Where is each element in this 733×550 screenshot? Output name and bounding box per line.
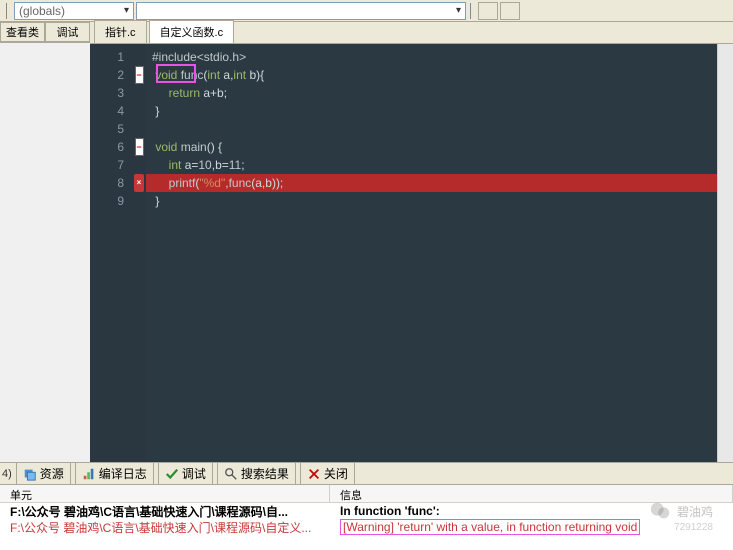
- tab-label: 资源: [40, 465, 64, 482]
- code-line[interactable]: #include<stdio.h>: [146, 48, 733, 66]
- message-info: In function 'func':: [330, 504, 733, 518]
- fold-cell: −: [132, 138, 146, 156]
- line-number: 6: [90, 138, 132, 156]
- message-count: 4): [2, 468, 12, 480]
- toolbar-button[interactable]: [500, 2, 520, 20]
- line-number: 4: [90, 102, 132, 120]
- code-line[interactable]: void func(int a,int b){: [146, 66, 733, 84]
- check-icon: [165, 467, 179, 481]
- tab-debug[interactable]: 调试: [158, 462, 213, 485]
- file-tabs: 指针.c 自定义函数.c: [90, 22, 733, 44]
- file-tab-pointer[interactable]: 指针.c: [94, 20, 147, 43]
- fold-cell: [132, 156, 146, 174]
- tab-debug[interactable]: 调试: [45, 22, 90, 42]
- fold-cell: −: [132, 66, 146, 84]
- chevron-down-icon: ▾: [456, 5, 461, 16]
- fold-cell: ×: [132, 174, 146, 192]
- code-line[interactable]: [146, 120, 733, 138]
- tab-view-classes[interactable]: 查看类: [0, 22, 45, 42]
- message-info: [Warning] 'return' with a value, in func…: [330, 519, 733, 535]
- message-row[interactable]: F:\公众号 碧油鸡\C语言\基础快速入门\课程源码\自定义...[Warnin…: [0, 519, 733, 535]
- tab-resources[interactable]: 资源: [16, 462, 71, 485]
- message-unit: F:\公众号 碧油鸡\C语言\基础快速入门\课程源码\自定义...: [0, 519, 330, 536]
- column-header-info[interactable]: 信息: [330, 485, 733, 502]
- message-unit: F:\公众号 碧油鸡\C语言\基础快速入门\课程源码\自...: [0, 503, 330, 520]
- fold-cell: [132, 192, 146, 210]
- chevron-down-icon: ▾: [124, 5, 129, 16]
- tab-label: 关闭: [324, 465, 348, 482]
- layers-icon: [23, 467, 37, 481]
- code-line[interactable]: printf("%d",func(a,b));: [146, 174, 733, 192]
- error-marker-icon: ×: [134, 174, 144, 192]
- toolbar-divider: [470, 3, 474, 19]
- tab-label: 搜索结果: [241, 465, 289, 482]
- scope-dropdown[interactable]: (globals) ▾: [14, 2, 134, 20]
- fold-cell: [132, 120, 146, 138]
- toolbar-divider: [6, 3, 10, 19]
- symbol-dropdown[interactable]: ▾: [136, 2, 466, 20]
- file-tab-custom-func[interactable]: 自定义函数.c: [149, 20, 235, 43]
- message-list: F:\公众号 碧油鸡\C语言\基础快速入门\课程源码\自...In functi…: [0, 503, 733, 535]
- fold-cell: [132, 102, 146, 120]
- output-panel: 4) 资源 编译日志 调试 搜索结果 关闭 单元 信息 F:\公众号 碧油鸡\C…: [0, 462, 733, 550]
- code-line[interactable]: return a+b;: [146, 84, 733, 102]
- line-number: 8: [90, 174, 132, 192]
- search-icon: [224, 467, 238, 481]
- line-number: 3: [90, 84, 132, 102]
- column-header-unit[interactable]: 单元: [0, 485, 330, 502]
- line-number: 2: [90, 66, 132, 84]
- code-line[interactable]: int a=10,b=11;: [146, 156, 733, 174]
- tab-compile-log[interactable]: 编译日志: [75, 462, 154, 485]
- code-line[interactable]: void main() {: [146, 138, 733, 156]
- vertical-scrollbar[interactable]: [717, 44, 733, 534]
- line-number: 5: [90, 120, 132, 138]
- tab-label: 调试: [182, 465, 206, 482]
- bars-icon: [82, 467, 96, 481]
- fold-cell: [132, 84, 146, 102]
- close-icon: [307, 467, 321, 481]
- line-number: 9: [90, 192, 132, 210]
- code-line[interactable]: }: [146, 192, 733, 210]
- fold-cell: [132, 48, 146, 66]
- toolbar-button[interactable]: [478, 2, 498, 20]
- code-line[interactable]: }: [146, 102, 733, 120]
- fold-toggle-icon[interactable]: −: [135, 66, 144, 84]
- tab-close[interactable]: 关闭: [300, 462, 355, 485]
- fold-toggle-icon[interactable]: −: [135, 138, 144, 156]
- message-row[interactable]: F:\公众号 碧油鸡\C语言\基础快速入门\课程源码\自...In functi…: [0, 503, 733, 519]
- scope-dropdown-value: (globals): [19, 4, 65, 18]
- line-number: 1: [90, 48, 132, 66]
- tab-search-results[interactable]: 搜索结果: [217, 462, 296, 485]
- line-number: 7: [90, 156, 132, 174]
- tab-label: 编译日志: [99, 465, 147, 482]
